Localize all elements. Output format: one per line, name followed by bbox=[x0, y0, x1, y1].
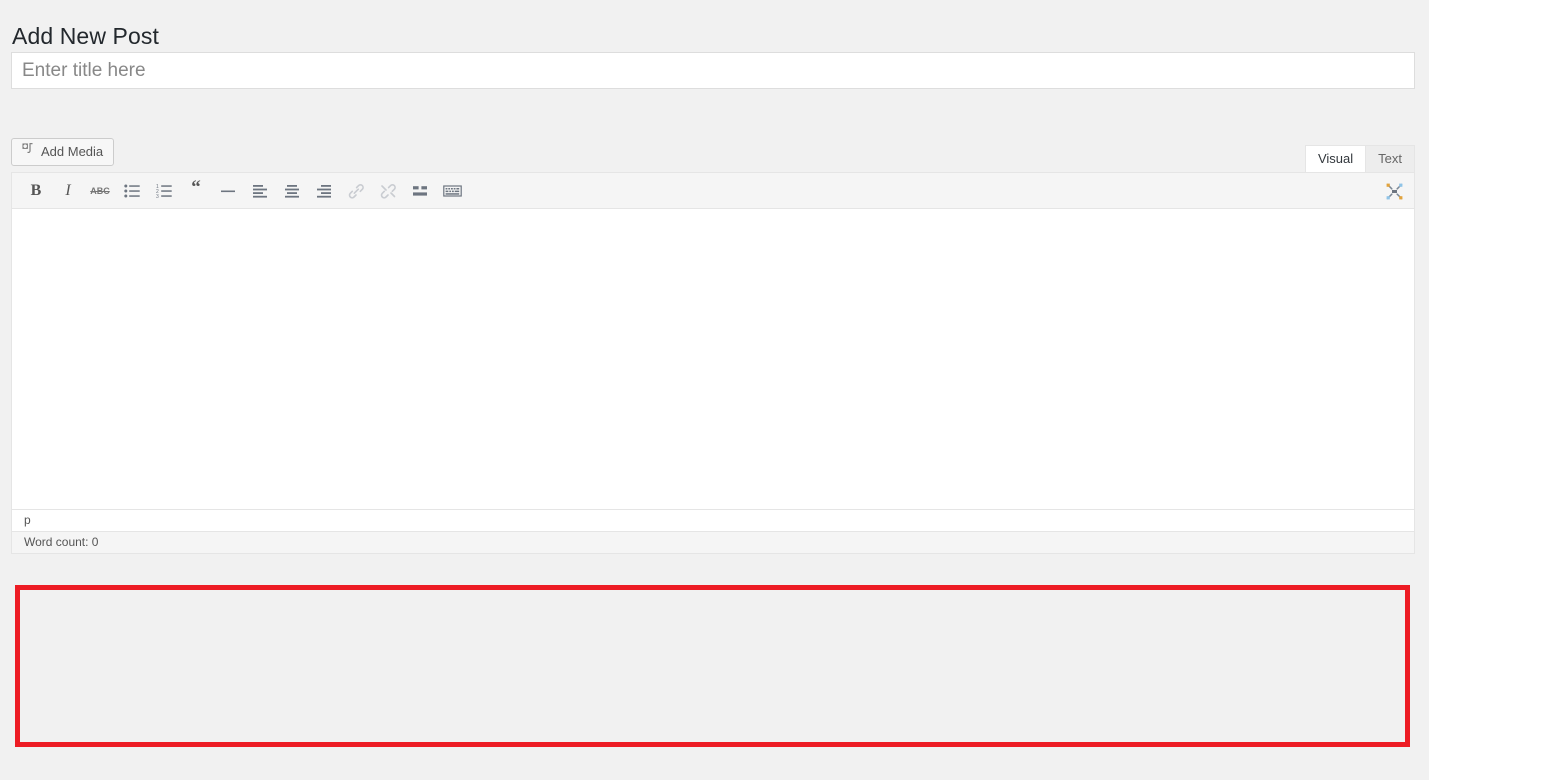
numbered-list-button[interactable]: 1 2 3 bbox=[148, 177, 180, 205]
horizontal-rule-icon bbox=[220, 184, 236, 198]
post-editor: B I ABC 1 2 3 “ p Word count: 0 bbox=[11, 172, 1415, 554]
toolbar-right-group bbox=[1378, 173, 1410, 209]
wp-admin-content-area: Add New Post Add Media Visual Text B bbox=[0, 0, 1429, 780]
bold-button[interactable]: B bbox=[20, 177, 52, 205]
tab-text[interactable]: Text bbox=[1365, 145, 1415, 172]
bulleted-list-icon bbox=[124, 184, 140, 198]
bold-icon: B bbox=[30, 182, 42, 199]
media-buttons-row: Add Media bbox=[11, 138, 115, 166]
toolbar-button-group: B I ABC 1 2 3 “ bbox=[20, 173, 468, 209]
bulleted-list-button[interactable] bbox=[116, 177, 148, 205]
post-title-input[interactable] bbox=[11, 52, 1415, 89]
insert-more-tag-button[interactable] bbox=[404, 177, 436, 205]
add-media-button[interactable]: Add Media bbox=[11, 138, 115, 166]
editor-toolbar: B I ABC 1 2 3 “ bbox=[12, 173, 1414, 209]
horizontal-rule-button[interactable] bbox=[212, 177, 244, 205]
editor-content-area[interactable] bbox=[12, 209, 1414, 509]
keyboard-shortcuts-icon bbox=[442, 184, 462, 198]
editor-word-count: Word count: 0 bbox=[12, 531, 1414, 553]
svg-text:3: 3 bbox=[156, 194, 159, 198]
editor-path-indicator: p bbox=[12, 509, 1414, 531]
page-title: Add New Post bbox=[12, 23, 159, 50]
strikethrough-button[interactable]: ABC bbox=[84, 177, 116, 205]
insert-link-icon bbox=[348, 183, 365, 199]
add-media-icon bbox=[20, 139, 35, 165]
align-left-icon bbox=[252, 184, 268, 198]
unlink-button[interactable] bbox=[372, 177, 404, 205]
italic-button[interactable]: I bbox=[52, 177, 84, 205]
insert-more-tag-icon bbox=[412, 184, 428, 198]
distraction-free-button[interactable] bbox=[1378, 177, 1410, 205]
unlink-icon bbox=[380, 183, 397, 199]
align-right-button[interactable] bbox=[308, 177, 340, 205]
italic-icon: I bbox=[65, 182, 71, 199]
align-center-icon bbox=[284, 184, 300, 198]
editor-mode-tabs: Visual Text bbox=[1304, 145, 1415, 172]
keyboard-shortcuts-button[interactable] bbox=[436, 177, 468, 205]
tab-visual[interactable]: Visual bbox=[1304, 145, 1367, 172]
blockquote-icon: “ bbox=[191, 177, 201, 198]
strikethrough-icon: ABC bbox=[90, 186, 110, 196]
align-center-button[interactable] bbox=[276, 177, 308, 205]
highlight-annotation-box bbox=[15, 585, 1410, 747]
align-left-button[interactable] bbox=[244, 177, 276, 205]
add-media-label: Add Media bbox=[41, 144, 104, 159]
insert-link-button[interactable] bbox=[340, 177, 372, 205]
blockquote-button[interactable]: “ bbox=[180, 177, 212, 205]
numbered-list-icon: 1 2 3 bbox=[156, 184, 172, 198]
distraction-free-icon bbox=[1386, 183, 1403, 200]
align-right-icon bbox=[316, 184, 332, 198]
